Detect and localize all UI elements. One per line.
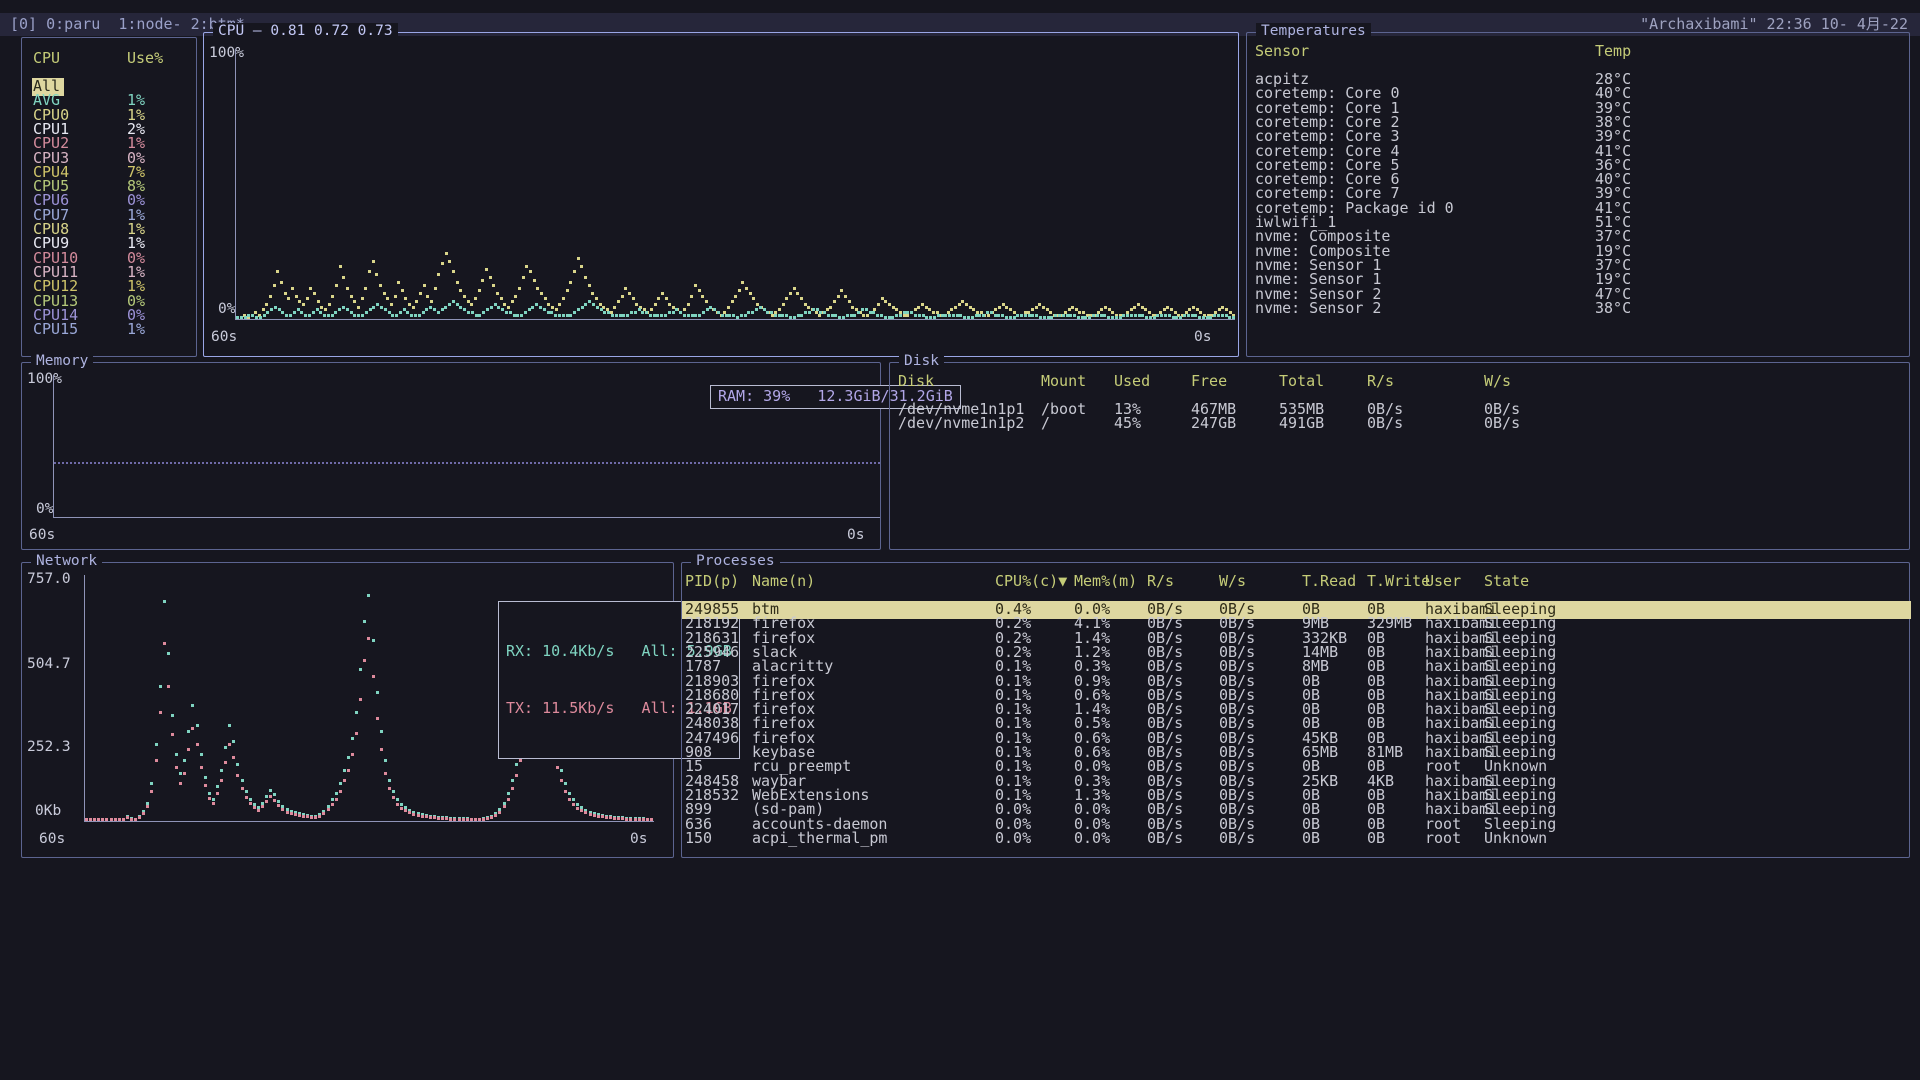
memory-title: Memory (31, 353, 93, 371)
process-cell-rs: 0B/s (1147, 830, 1219, 848)
disk-header-row: DiskMountUsedFreeTotalR/sW/s (898, 373, 1898, 391)
processes-header-row[interactable]: PID(p)Name(n)CPU%(c)▼Mem%(m)R/sW/sT.Read… (682, 573, 1911, 591)
disk-panel[interactable]: Disk DiskMountUsedFreeTotalR/sW/s /dev/n… (889, 362, 1910, 550)
disk-col-header-r-s[interactable]: R/s (1367, 373, 1484, 391)
temperatures-header: Sensor Temp (1255, 43, 1895, 61)
process-col-header-user[interactable]: User (1425, 573, 1484, 591)
memory-ymin: 0% (36, 501, 53, 519)
processes-panel[interactable]: Processes PID(p)Name(n)CPU%(c)▼Mem%(m)R/… (681, 562, 1910, 858)
process-col-header-t-read[interactable]: T.Read (1302, 573, 1367, 591)
process-col-header-mem-m-[interactable]: Mem%(m) (1074, 573, 1147, 591)
process-cell-mem: 0.0% (1074, 830, 1147, 848)
sort-descending-icon: ▼ (1058, 572, 1067, 590)
temp-col-header-temp: Temp (1595, 43, 1631, 61)
cpu-col-header-use: Use% (127, 50, 163, 68)
cpu-graph-xleft: 60s (211, 329, 237, 347)
process-cell-cpu: 0.0% (995, 830, 1074, 848)
process-col-header-pid-p-[interactable]: PID(p) (682, 573, 752, 591)
process-cell-pid: 150 (682, 830, 752, 848)
cpu-row-usage: 1% (127, 321, 145, 339)
network-x-axis (84, 821, 654, 822)
process-col-header-state[interactable]: State (1484, 573, 1574, 591)
tmux-window-list[interactable]: [0] 0:paru 1:node- 2:btm* (0, 16, 245, 34)
cpu-row-cpu15[interactable]: CPU151% (33, 321, 193, 339)
disk-col-header-mount[interactable]: Mount (1041, 373, 1114, 391)
process-cell-twrite: 0B (1367, 830, 1425, 848)
disk-col-header-free[interactable]: Free (1191, 373, 1279, 391)
network-title: Network (31, 553, 102, 571)
process-col-header-w-s[interactable]: W/s (1219, 573, 1302, 591)
disk-cell: 45% (1114, 415, 1191, 433)
process-col-header-t-write[interactable]: T.Write (1367, 573, 1425, 591)
disk-col-header-total[interactable]: Total (1279, 373, 1367, 391)
temperature-value: 38°C (1595, 300, 1631, 318)
cpu-list-panel[interactable]: CPU Use% AllAVG1%CPU01%CPU12%CPU21%CPU30… (21, 37, 197, 357)
process-row[interactable]: 150acpi_thermal_pm0.0%0.0%0B/s0B/s0B0Bro… (682, 830, 1911, 848)
memory-panel[interactable]: Memory 100% 0% 60s 0s RAM: 39% 12.3GiB/3… (21, 362, 881, 550)
network-ytick-2: 504.7 (27, 656, 71, 674)
cpu-list-header: CPU Use% (33, 50, 193, 68)
network-ytick-1: 252.3 (27, 739, 71, 757)
processes-title: Processes (691, 553, 780, 571)
disk-col-header-w-s[interactable]: W/s (1484, 373, 1584, 391)
temperatures-panel[interactable]: Temperatures Sensor Temp acpitz28°Ccoret… (1246, 32, 1910, 357)
temperatures-title: Temperatures (1256, 23, 1371, 41)
tmux-host-clock: "Archaxibami" 22:36 10- 4月-22 (1640, 16, 1920, 34)
temperature-sensor-name: nvme: Sensor 2 (1255, 300, 1595, 318)
network-panel[interactable]: Network 757.0 504.7 252.3 0Kb 60s 0s RX:… (21, 562, 674, 858)
btm-terminal-screen: [0] 0:paru 1:node- 2:btm* "Archaxibami" … (0, 0, 1920, 1080)
process-cell-tread: 0B (1302, 830, 1367, 848)
process-cell-state: Unknown (1484, 830, 1574, 848)
memory-x-axis (53, 517, 880, 518)
cpu-row-name: CPU15 (33, 321, 127, 339)
temp-col-header-sensor: Sensor (1255, 43, 1595, 61)
disk-title: Disk (899, 353, 944, 371)
disk-col-header-disk[interactable]: Disk (898, 373, 1041, 391)
network-ytick-0: 0Kb (35, 803, 61, 821)
process-col-header-r-s[interactable]: R/s (1147, 573, 1219, 591)
cpu-graph-ymin: 0% (218, 301, 235, 319)
disk-row: /dev/nvme1n1p2/45%247GB491GB0B/s0B/s (898, 415, 1898, 433)
cpu-col-header-name: CPU (33, 50, 127, 68)
disk-cell: 0B/s (1484, 415, 1584, 433)
cpu-graph-title: CPU — 0.81 0.72 0.73 (213, 23, 398, 41)
process-cell-name: acpi_thermal_pm (752, 830, 995, 848)
network-ytick-3: 757.0 (27, 571, 71, 589)
network-xleft: 60s (39, 831, 65, 849)
network-xright: 0s (630, 831, 647, 849)
disk-cell: 0B/s (1367, 415, 1484, 433)
memory-xright: 0s (847, 527, 864, 545)
process-col-header-cpu-c-[interactable]: CPU%(c)▼ (995, 573, 1074, 591)
disk-cell: /dev/nvme1n1p2 (898, 415, 1041, 433)
memory-xleft: 60s (29, 527, 55, 545)
cpu-graph-panel[interactable]: CPU — 0.81 0.72 0.73 100% 0% 60s 0s (203, 32, 1239, 357)
cpu-graph-x-axis (235, 319, 1235, 320)
disk-col-header-used[interactable]: Used (1114, 373, 1191, 391)
temperature-row: nvme: Sensor 238°C (1255, 300, 1895, 318)
process-col-header-name-n-[interactable]: Name(n) (752, 573, 995, 591)
process-cell-user: root (1425, 830, 1484, 848)
disk-cell: 247GB (1191, 415, 1279, 433)
process-cell-ws: 0B/s (1219, 830, 1302, 848)
disk-cell: 491GB (1279, 415, 1367, 433)
disk-cell: / (1041, 415, 1114, 433)
cpu-graph-xright: 0s (1194, 329, 1211, 347)
cpu-graph-plot (236, 49, 1236, 319)
